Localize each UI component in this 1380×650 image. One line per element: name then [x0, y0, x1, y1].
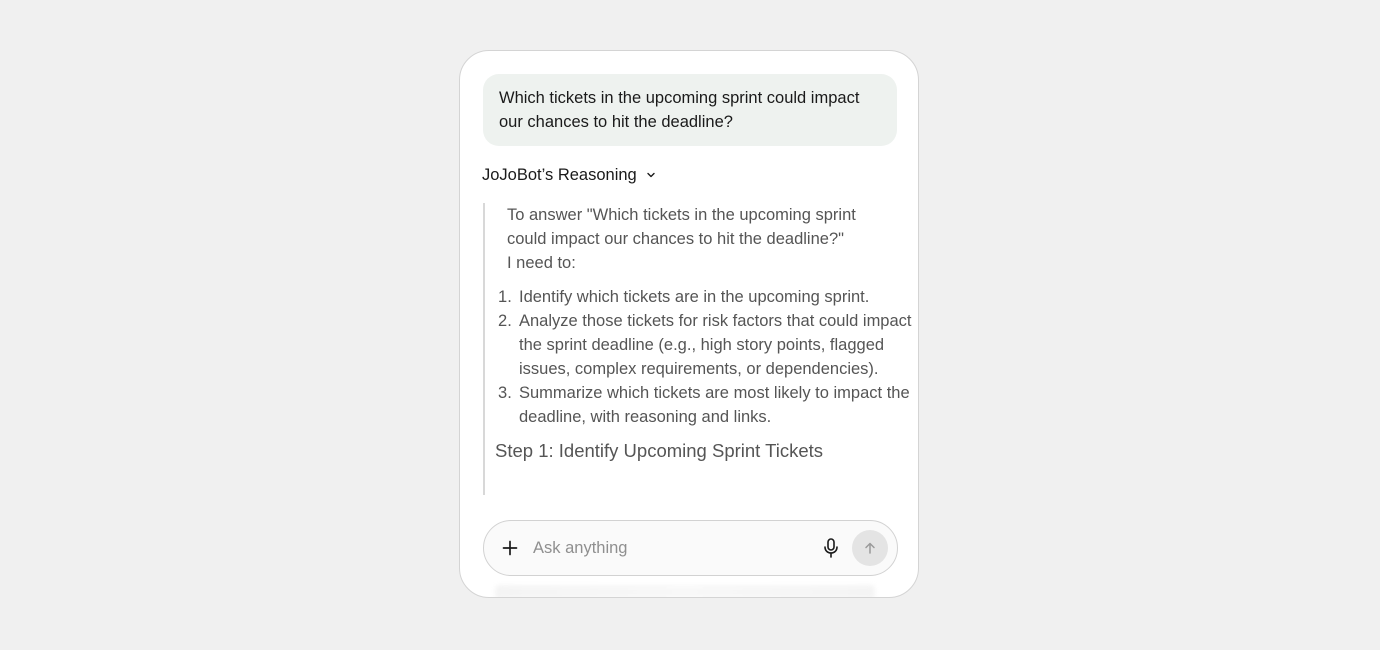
reasoning-step-heading: Step 1: Identify Upcoming Sprint Tickets	[495, 440, 824, 461]
reasoning-intro-question: To answer "Which tickets in the upcoming…	[507, 206, 856, 248]
reasoning-toggle-label: JoJoBot’s Reasoning	[482, 166, 637, 184]
reasoning-intro-need: I need to:	[507, 254, 576, 272]
send-button[interactable]	[852, 530, 888, 566]
reasoning-steps-list: Identify which tickets are in the upcomi…	[485, 285, 918, 429]
reasoning-step-item: Analyze those tickets for risk factors t…	[498, 309, 912, 378]
chat-panel: Which tickets in the upcoming sprint cou…	[459, 50, 919, 598]
reasoning-intro: To answer "Which tickets in the upcoming…	[507, 203, 887, 275]
reasoning-step-item: Identify which tickets are in the upcomi…	[498, 285, 870, 309]
reasoning-step-item: Summarize which tickets are most likely …	[498, 381, 910, 426]
user-message-text: Which tickets in the upcoming sprint cou…	[499, 89, 860, 131]
user-message-bubble: Which tickets in the upcoming sprint cou…	[483, 74, 897, 146]
microphone-icon[interactable]	[821, 537, 841, 559]
plus-icon[interactable]	[500, 538, 520, 558]
reasoning-toggle[interactable]: JoJoBot’s Reasoning	[482, 163, 657, 187]
reasoning-content: To answer "Which tickets in the upcoming…	[483, 203, 913, 495]
arrow-up-icon	[865, 542, 875, 554]
message-composer	[483, 520, 898, 576]
ask-anything-input[interactable]	[533, 535, 803, 561]
chevron-down-icon	[647, 172, 655, 178]
fade-overlay	[495, 585, 875, 597]
